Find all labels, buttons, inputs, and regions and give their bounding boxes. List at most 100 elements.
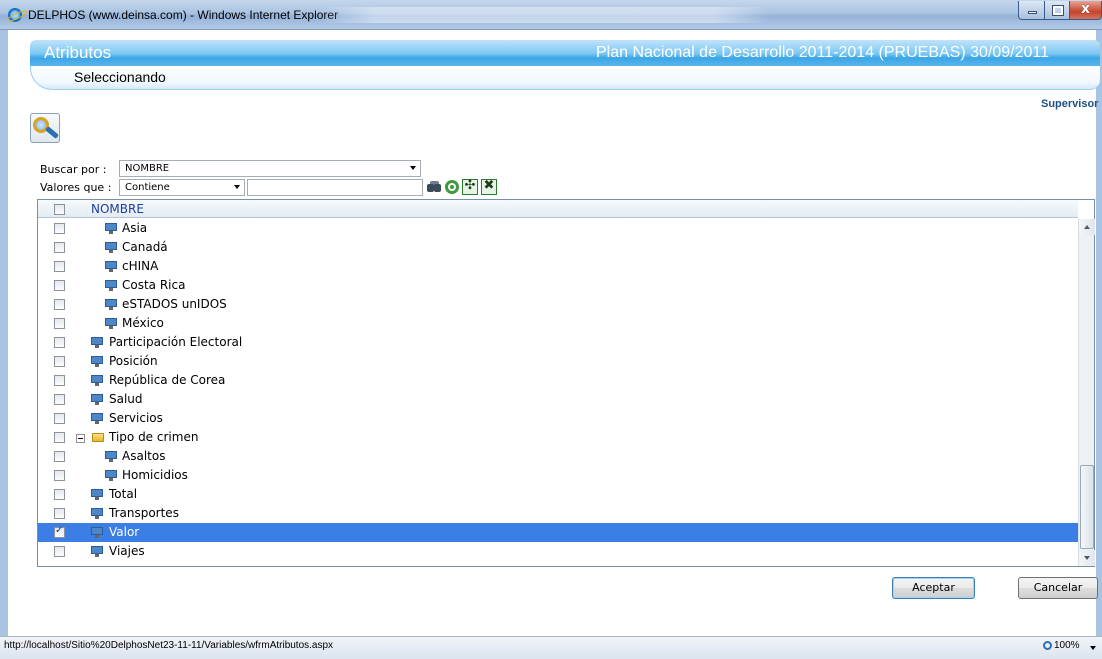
tree-node-label[interactable]: Transportes	[109, 506, 179, 520]
row-checkbox[interactable]	[54, 318, 65, 329]
node-icon-screen	[91, 337, 103, 345]
row-checkbox[interactable]	[54, 299, 65, 310]
tree-node-label[interactable]: Asia	[122, 221, 147, 235]
row-checkbox[interactable]	[54, 242, 65, 253]
attribute-node-icon	[91, 546, 103, 557]
vertical-scrollbar[interactable]	[1078, 219, 1095, 566]
column-header-nombre[interactable]: NOMBRE	[91, 202, 144, 216]
tree-node-label[interactable]: México	[122, 316, 164, 330]
tree-row[interactable]: Participación Electoral	[38, 333, 1078, 352]
maximize-icon	[1052, 5, 1064, 16]
tree-row[interactable]: Asaltos	[38, 447, 1078, 466]
node-icon-stand	[95, 554, 99, 557]
subheader-title: Seleccionando	[74, 69, 166, 85]
node-icon-screen	[91, 508, 103, 516]
tree-node-label[interactable]: Tipo de crimen	[109, 430, 198, 444]
zoom-icon[interactable]	[1043, 641, 1052, 650]
tree-node-label[interactable]: Total	[109, 487, 137, 501]
zoom-dropdown-icon[interactable]	[1090, 646, 1096, 650]
tree-node-label[interactable]: Posición	[109, 354, 158, 368]
binoculars-icon[interactable]	[426, 179, 442, 195]
row-checkbox[interactable]	[54, 356, 65, 367]
tree-row[interactable]: Tipo de crimen	[38, 428, 1078, 447]
minimize-button[interactable]	[1018, 1, 1045, 20]
close-icon: x	[1081, 1, 1091, 17]
row-checkbox[interactable]	[54, 489, 65, 500]
tree-node-label[interactable]: Salud	[109, 392, 143, 406]
search-button[interactable]	[30, 113, 60, 143]
scroll-thumb[interactable]	[1080, 465, 1094, 549]
node-icon-stand	[95, 383, 99, 386]
search-value-input[interactable]	[247, 179, 423, 196]
close-window-button[interactable]: x	[1069, 1, 1102, 20]
select-all-checkbox[interactable]	[54, 204, 65, 215]
expand-all-icon[interactable]: ✣	[462, 178, 478, 195]
grid-header: NOMBRE	[38, 200, 1078, 218]
node-icon-stand	[95, 516, 99, 519]
tree-node-label[interactable]: Servicios	[109, 411, 163, 425]
row-checkbox[interactable]	[54, 337, 65, 348]
tree-row[interactable]: Viajes	[38, 542, 1078, 561]
cancel-button[interactable]: Cancelar	[1018, 577, 1098, 599]
tree-node-label[interactable]: Asaltos	[122, 449, 165, 463]
tree-node-label[interactable]: República de Corea	[109, 373, 225, 387]
user-role-link[interactable]: Supervisor	[1041, 98, 1098, 110]
tree-node-label[interactable]: Viajes	[109, 544, 145, 558]
row-checkbox[interactable]	[54, 432, 65, 443]
tree-row[interactable]: Canadá	[38, 238, 1078, 257]
tree-node-label[interactable]: cHINA	[122, 259, 158, 273]
collapse-toggle-icon[interactable]	[76, 434, 85, 443]
node-icon-screen	[105, 223, 117, 231]
tree-row[interactable]: República de Corea	[38, 371, 1078, 390]
buscar-por-select[interactable]: NOMBRE	[119, 160, 421, 177]
tree-row[interactable]: Costa Rica	[38, 276, 1078, 295]
row-checkbox[interactable]	[54, 525, 65, 538]
tree-row[interactable]: Salud	[38, 390, 1078, 409]
tree-row[interactable]: Servicios	[38, 409, 1078, 428]
attribute-node-icon	[105, 470, 117, 481]
tree-node-label[interactable]: Valor	[109, 525, 139, 539]
tree-row[interactable]: Posición	[38, 352, 1078, 371]
tree-row[interactable]: cHINA	[38, 257, 1078, 276]
window-title-bar[interactable]: DELPHOS (www.deinsa.com) - Windows Inter…	[0, 0, 1102, 30]
valores-que-select[interactable]: Contiene	[119, 179, 245, 196]
row-checkbox[interactable]	[54, 261, 65, 272]
scroll-up-button[interactable]	[1079, 219, 1095, 235]
row-checkbox[interactable]	[54, 451, 65, 462]
tree-row-selected[interactable]: Valor	[38, 523, 1078, 542]
accept-button[interactable]: Aceptar	[892, 577, 975, 599]
row-checkbox[interactable]	[54, 223, 65, 234]
collapse-all-icon[interactable]: ✖	[481, 178, 497, 195]
zoom-level[interactable]: 100%	[1054, 640, 1080, 651]
row-checkbox[interactable]	[54, 375, 65, 386]
refresh-dot	[450, 185, 454, 189]
node-icon-screen	[91, 527, 103, 535]
scroll-down-button[interactable]	[1079, 550, 1095, 566]
tree-row[interactable]: Homicidios	[38, 466, 1078, 485]
row-checkbox[interactable]	[54, 470, 65, 481]
tree-row[interactable]: Transportes	[38, 504, 1078, 523]
row-checkbox[interactable]	[54, 508, 65, 519]
refresh-icon[interactable]	[445, 180, 459, 194]
tree-row[interactable]: México	[38, 314, 1078, 333]
tree-node-label[interactable]: Costa Rica	[122, 278, 185, 292]
folder-icon	[92, 433, 104, 442]
magnifier-handle	[45, 126, 59, 139]
row-checkbox[interactable]	[54, 413, 65, 424]
expand-glyph: ✣	[464, 178, 476, 193]
maximize-button[interactable]	[1044, 1, 1070, 20]
attribute-node-icon	[91, 394, 103, 405]
node-icon-stand	[109, 269, 113, 272]
row-checkbox[interactable]	[54, 546, 65, 557]
row-checkbox[interactable]	[54, 280, 65, 291]
tree-node-label[interactable]: Participación Electoral	[109, 335, 242, 349]
tree-node-label[interactable]: Canadá	[122, 240, 168, 254]
tree-row[interactable]: Total	[38, 485, 1078, 504]
attribute-node-icon	[91, 489, 103, 500]
row-checkbox[interactable]	[54, 394, 65, 405]
node-icon-stand	[95, 497, 99, 500]
tree-row[interactable]: Asia	[38, 219, 1078, 238]
tree-row[interactable]: eSTADOS unIDOS	[38, 295, 1078, 314]
tree-node-label[interactable]: Homicidios	[122, 468, 188, 482]
tree-node-label[interactable]: eSTADOS unIDOS	[122, 297, 227, 311]
